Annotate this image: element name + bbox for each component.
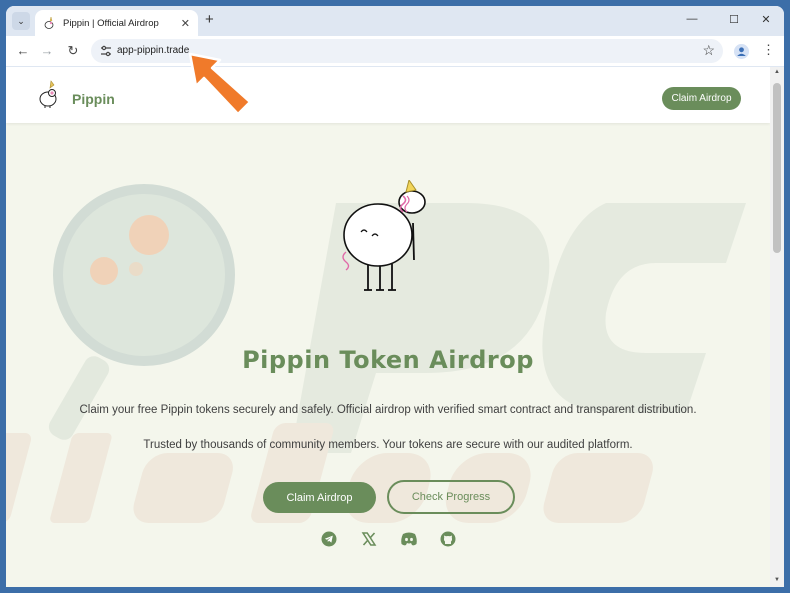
github-icon[interactable] <box>440 531 456 547</box>
claim-airdrop-button[interactable]: Claim Airdrop <box>263 482 376 513</box>
bookmark-star-icon[interactable]: ☆ <box>702 42 715 59</box>
active-tab[interactable]: Pippin | Official Airdrop ✕ <box>35 10 198 36</box>
tab-title: Pippin | Official Airdrop <box>63 17 159 29</box>
back-icon[interactable]: ← <box>15 43 31 59</box>
pippin-favicon-icon <box>44 16 54 29</box>
scroll-thumb[interactable] <box>773 83 781 253</box>
page-scrollbar[interactable]: ▲ ▼ <box>770 67 784 587</box>
close-window-icon[interactable]: ✕ <box>759 13 773 26</box>
tab-close-icon[interactable]: ✕ <box>181 17 190 30</box>
hero-description: Claim your free Pippin tokens securely a… <box>79 404 697 416</box>
orange-arrow-annotation-icon <box>188 52 252 116</box>
url-text[interactable]: app-pippin.trade <box>117 45 189 56</box>
brand-name[interactable]: Pippin <box>72 91 115 107</box>
profile-avatar-icon[interactable] <box>734 44 749 59</box>
minimize-icon[interactable]: — <box>685 13 699 25</box>
web-page: Pippin Claim Airdrop Pippin Token Airdro… <box>6 67 770 587</box>
header-claim-airdrop-button[interactable]: Claim Airdrop <box>662 87 741 110</box>
pippin-unicorn-illustration <box>342 180 426 291</box>
pippin-logo-icon[interactable] <box>36 79 62 109</box>
discord-icon[interactable] <box>400 531 418 547</box>
site-info-icon[interactable] <box>99 44 113 58</box>
forward-icon[interactable]: → <box>39 43 55 59</box>
telegram-icon[interactable] <box>321 531 337 547</box>
hero-trust-text: Trusted by thousands of community member… <box>143 439 633 451</box>
maximize-icon[interactable]: ☐ <box>727 13 741 26</box>
scroll-down-icon[interactable]: ▼ <box>773 577 781 583</box>
tab-search-chevron-icon[interactable]: ⌄ <box>12 12 30 30</box>
check-progress-button[interactable]: Check Progress <box>387 480 515 514</box>
hero-title: Pippin Token Airdrop <box>242 346 534 374</box>
address-toolbar: ← → ↻ app-pippin.trade ☆ ⋮ <box>6 36 784 66</box>
scroll-up-icon[interactable]: ▲ <box>773 69 781 75</box>
browser-window: ⌄ Pippin | Official Airdrop ✕ + — ☐ ✕ ← … <box>6 6 784 587</box>
browser-menu-icon[interactable]: ⋮ <box>762 42 775 58</box>
x-icon[interactable] <box>361 531 377 547</box>
new-tab-icon[interactable]: + <box>205 12 214 28</box>
tab-bar: ⌄ Pippin | Official Airdrop ✕ + — ☐ ✕ <box>6 6 784 36</box>
site-header: Pippin Claim Airdrop <box>6 67 770 123</box>
reload-icon[interactable]: ↻ <box>65 43 81 59</box>
